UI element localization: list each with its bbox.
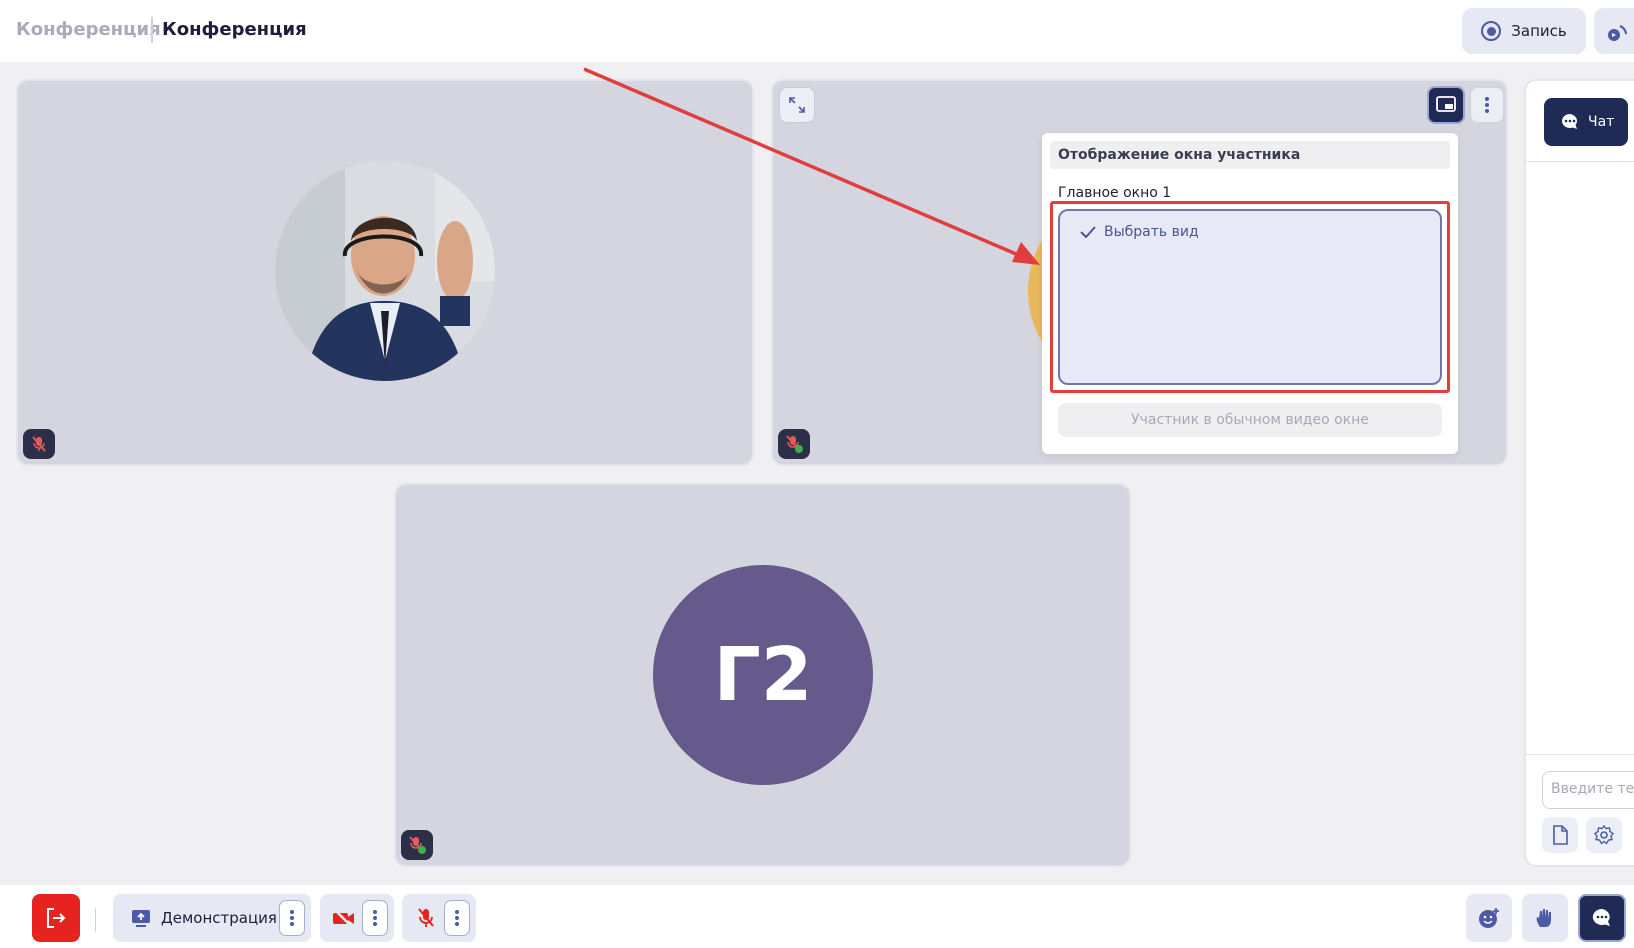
screen-share-options-button[interactable] bbox=[279, 900, 305, 936]
header: Конференция Конференция Запись bbox=[0, 0, 1634, 62]
expand-icon bbox=[789, 97, 805, 113]
mic-off-icon bbox=[32, 436, 46, 452]
more-options-button[interactable] bbox=[1470, 87, 1504, 123]
microphone-group bbox=[402, 894, 476, 942]
divider bbox=[95, 908, 96, 932]
chat-icon bbox=[1592, 908, 1610, 926]
normal-window-button[interactable]: Участник в обычном видео окне bbox=[1058, 403, 1442, 437]
layout-button[interactable] bbox=[1427, 86, 1465, 124]
more-icon bbox=[455, 910, 459, 926]
chat-settings-button[interactable] bbox=[1586, 817, 1622, 853]
breadcrumb-parent[interactable]: Конференция bbox=[16, 19, 161, 40]
mic-off-icon bbox=[786, 435, 803, 453]
popup-subtitle: Главное окно 1 bbox=[1058, 185, 1172, 201]
popup-title: Отображение окна участника bbox=[1050, 141, 1450, 169]
screen-share-icon bbox=[132, 910, 150, 927]
divider bbox=[1526, 161, 1634, 162]
screen-share-button[interactable]: Демонстрация bbox=[121, 900, 287, 936]
record-button[interactable]: Запись bbox=[1462, 8, 1586, 54]
reactions-button[interactable] bbox=[1466, 894, 1512, 942]
camera-off-icon bbox=[333, 908, 354, 928]
record-icon bbox=[1481, 21, 1502, 41]
mic-off-icon bbox=[409, 836, 426, 854]
raise-hand-button[interactable] bbox=[1522, 894, 1568, 942]
hand-icon bbox=[1536, 909, 1551, 927]
emoji-icon bbox=[1479, 908, 1499, 928]
tab-chat-label: Чат bbox=[1588, 114, 1615, 130]
chat-message-input[interactable]: Введите текст bbox=[1542, 771, 1634, 809]
camera-options-button[interactable] bbox=[362, 900, 388, 936]
expand-button[interactable] bbox=[779, 87, 815, 123]
participant-photo-avatar bbox=[275, 161, 495, 381]
mic-off-badge bbox=[401, 830, 433, 860]
bottom-toolbar: Демонстрация bbox=[0, 885, 1634, 948]
video-tile-1[interactable] bbox=[16, 79, 754, 466]
microphone-toggle-button[interactable] bbox=[412, 904, 440, 932]
tab-chat[interactable]: Чат bbox=[1544, 98, 1628, 146]
video-tile-3[interactable]: Г2 bbox=[394, 483, 1131, 867]
record-label: Запись bbox=[1511, 22, 1567, 40]
layout-icon bbox=[1436, 96, 1456, 112]
page-title: Конференция bbox=[162, 19, 307, 40]
camera-toggle-button[interactable] bbox=[330, 904, 358, 932]
screen-share-group: Демонстрация bbox=[113, 894, 311, 942]
exit-icon bbox=[47, 908, 66, 928]
more-icon bbox=[1485, 97, 1489, 113]
mic-off-badge bbox=[23, 429, 55, 459]
chat-icon bbox=[1562, 114, 1577, 129]
stream-button[interactable] bbox=[1594, 8, 1634, 54]
more-icon bbox=[373, 910, 377, 926]
camera-group bbox=[320, 894, 394, 942]
leave-button[interactable] bbox=[32, 894, 80, 942]
mic-off-badge bbox=[778, 429, 810, 459]
chat-panel: Чат Введите текст bbox=[1524, 79, 1634, 867]
participant-initials-avatar: Г2 bbox=[653, 565, 873, 785]
highlight-frame bbox=[1050, 201, 1450, 393]
stream-icon bbox=[1608, 25, 1627, 41]
divider bbox=[1526, 754, 1634, 755]
microphone-options-button[interactable] bbox=[444, 900, 470, 936]
file-icon bbox=[1553, 825, 1568, 845]
attach-file-button[interactable] bbox=[1542, 817, 1578, 853]
chat-toggle-button[interactable] bbox=[1578, 894, 1626, 942]
screen-share-label: Демонстрация bbox=[161, 909, 277, 927]
more-icon bbox=[290, 910, 294, 926]
mic-off-icon bbox=[418, 908, 434, 927]
participant-window-popup: Отображение окна участника Главное окно … bbox=[1042, 133, 1458, 454]
breadcrumb-divider bbox=[151, 17, 153, 43]
gear-icon bbox=[1594, 825, 1614, 845]
